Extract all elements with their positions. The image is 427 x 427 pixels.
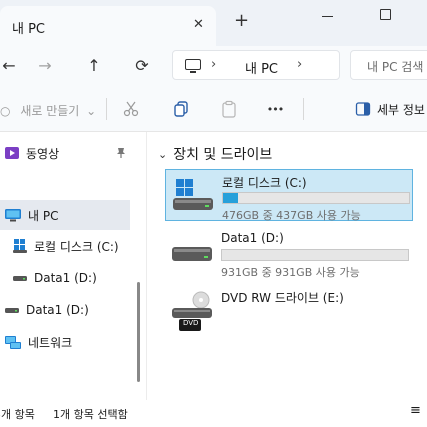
more-options-icon[interactable]: ••• [264,98,286,120]
sidebar-item-data1-d[interactable]: Data1 (D:) [0,263,130,293]
new-button[interactable]: ○ 새로 만들기 ⌄ [0,102,96,119]
drive-item-dvd-e[interactable]: DVD DVD RW 드라이브 (E:) [165,285,413,337]
sidebar-item-label: Data1 (D:) [34,271,97,285]
breadcrumb-separator[interactable]: › [211,57,216,72]
new-button-label: 새로 만들기 [20,104,80,118]
title-bar: 내 PC ✕ + [0,0,427,46]
paste-icon[interactable] [218,98,240,120]
new-tab-icon[interactable]: + [234,11,249,31]
breadcrumb-this-pc[interactable]: 내 PC [245,58,278,77]
minimize-icon[interactable] [322,16,333,17]
drive-icon [13,276,27,281]
details-pane-icon [355,102,371,116]
dvd-drive-icon [172,291,212,331]
toolbar-divider [106,98,107,120]
video-icon [5,147,19,159]
forward-icon[interactable]: → [32,52,58,78]
toolbar-divider [303,98,304,120]
free-space-text: 476GB 중 437GB 사용 가능 [222,209,361,222]
sidebar-scrollbar[interactable] [137,282,140,382]
sidebar-item-this-pc[interactable]: 내 PC [0,200,130,230]
usage-bar-fill [223,193,238,203]
address-bar[interactable]: › 내 PC › [172,50,340,80]
sidebar-item-label: Data1 (D:) [26,303,89,317]
navigation-pane: 동영상 내 PC 로컬 디스크 (C:) Data1 (D:) Data1 (D… [0,132,147,400]
cut-icon[interactable] [120,98,142,120]
close-tab-icon[interactable]: ✕ [193,17,204,32]
sidebar-item-local-disk-c[interactable]: 로컬 디스크 (C:) [0,231,130,261]
sidebar-item-network[interactable]: 네트워크 [0,327,130,357]
breadcrumb-separator[interactable]: › [297,57,302,72]
navigation-bar: ← → ↑ ⟳ › 내 PC › 내 PC 검색 [0,46,427,84]
usage-bar [222,192,410,204]
pin-icon[interactable] [116,147,126,162]
group-title: 장치 및 드라이브 [173,147,273,163]
search-input[interactable]: 내 PC 검색 [367,58,423,75]
new-icon: ○ [0,104,11,118]
refresh-icon[interactable]: ⟳ [129,52,155,78]
copy-icon[interactable] [170,98,192,120]
sidebar-item-label: 동영상 [26,146,60,161]
dvd-badge: DVD [183,319,199,327]
item-count: 3개 항목 [0,408,35,421]
windows-drive-icon [13,239,27,253]
free-space-text: 931GB 중 931GB 사용 가능 [221,266,360,279]
sidebar-item-label: 내 PC [28,208,59,223]
chevron-down-icon: ⌄ [86,104,97,118]
details-label: 세부 정보 [377,102,425,117]
up-icon[interactable]: ↑ [81,52,107,78]
drive-name: DVD RW 드라이브 (E:) [221,291,344,305]
details-button[interactable]: 세부 정보 [355,98,425,120]
pc-icon [5,209,21,222]
status-bar: 3개 항목 1개 항목 선택함 ≡ [0,400,427,427]
tab-this-pc[interactable]: 내 PC ✕ [0,6,216,46]
drive-icon [5,308,19,313]
details-view-icon[interactable]: ≡ [410,403,421,418]
drive-name: Data1 (D:) [221,231,284,245]
network-icon [5,336,21,349]
pc-icon [185,59,201,73]
drive-item-local-disk-c[interactable]: 로컬 디스크 (C:) 476GB 중 437GB 사용 가능 [165,169,413,222]
search-box[interactable]: 내 PC 검색 [350,50,427,80]
sidebar-item-data1-d-root[interactable]: Data1 (D:) [0,295,130,325]
content-pane: ⌄ 장치 및 드라이브 로컬 디스크 (C:) 476GB 중 437GB 사용… [148,132,427,400]
group-header-devices[interactable]: ⌄ 장치 및 드라이브 [158,144,272,164]
sidebar-item-label: 네트워크 [28,335,73,350]
chevron-down-icon: ⌄ [158,147,168,161]
drive-name: 로컬 디스크 (C:) [222,176,307,190]
back-icon[interactable]: ← [0,52,22,78]
command-bar: ○ 새로 만들기 ⌄ ••• 세부 정보 [0,84,427,132]
drive-icon [172,247,212,261]
usage-bar [221,249,409,261]
selected-count: 1개 항목 선택함 [53,408,128,421]
drive-item-data1-d[interactable]: Data1 (D:) 931GB 중 931GB 사용 가능 [165,227,413,279]
windows-drive-icon [173,179,213,210]
tab-title: 내 PC [12,22,46,37]
sidebar-item-videos[interactable]: 동영상 [0,138,130,168]
maximize-icon[interactable] [380,9,391,20]
sidebar-item-label: 로컬 디스크 (C:) [34,239,119,254]
